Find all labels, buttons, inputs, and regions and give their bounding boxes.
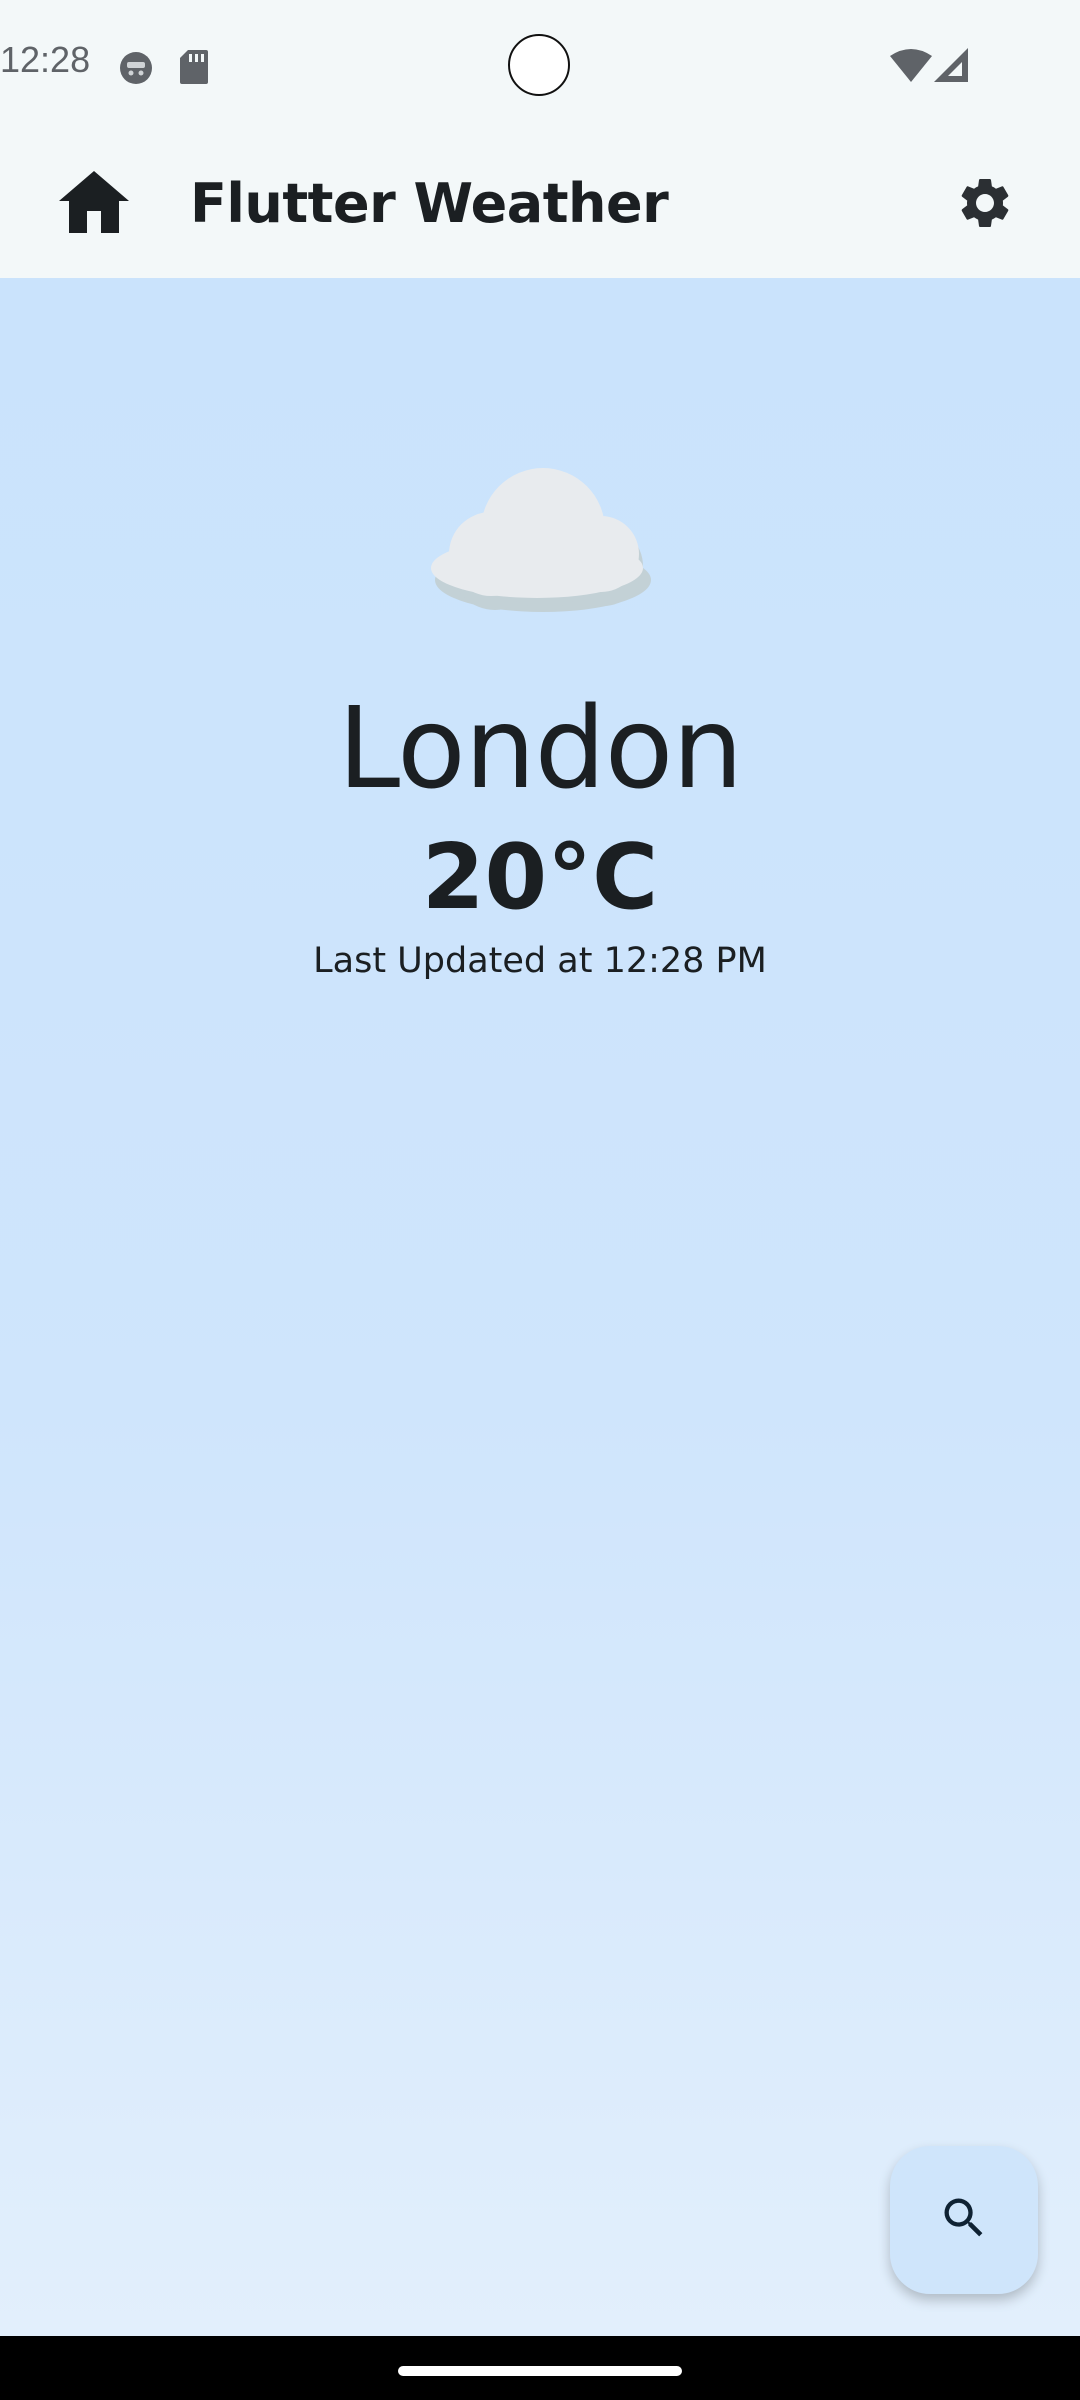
cloud-icon [425, 458, 655, 628]
app-title: Flutter Weather [190, 172, 669, 235]
system-nav-bar [0, 2336, 1080, 2400]
settings-icon [955, 173, 1015, 237]
last-updated: Last Updated at 12:28 PM [313, 941, 767, 981]
sd-card-icon [180, 50, 208, 88]
home-icon [59, 171, 129, 237]
temperature: 20°C [421, 825, 659, 930]
settings-button[interactable] [950, 170, 1020, 240]
search-icon [938, 2192, 990, 2248]
wifi-icon [890, 48, 932, 88]
gesture-handle[interactable] [398, 2366, 682, 2376]
home-button[interactable] [56, 168, 132, 240]
city-name: London [337, 684, 744, 814]
status-time: 12:28 [0, 39, 91, 80]
app-screen: 12:28 Flutter Weather London 20°C Last U… [0, 0, 1080, 2336]
notification-icon [116, 50, 156, 90]
app-bar: Flutter Weather [0, 130, 1080, 278]
signal-icon [934, 48, 968, 88]
camera-cutout [508, 34, 570, 96]
search-button[interactable] [890, 2146, 1038, 2294]
status-bar: 12:28 [0, 0, 1080, 130]
weather-panel: London 20°C Last Updated at 12:28 PM [0, 278, 1080, 2336]
